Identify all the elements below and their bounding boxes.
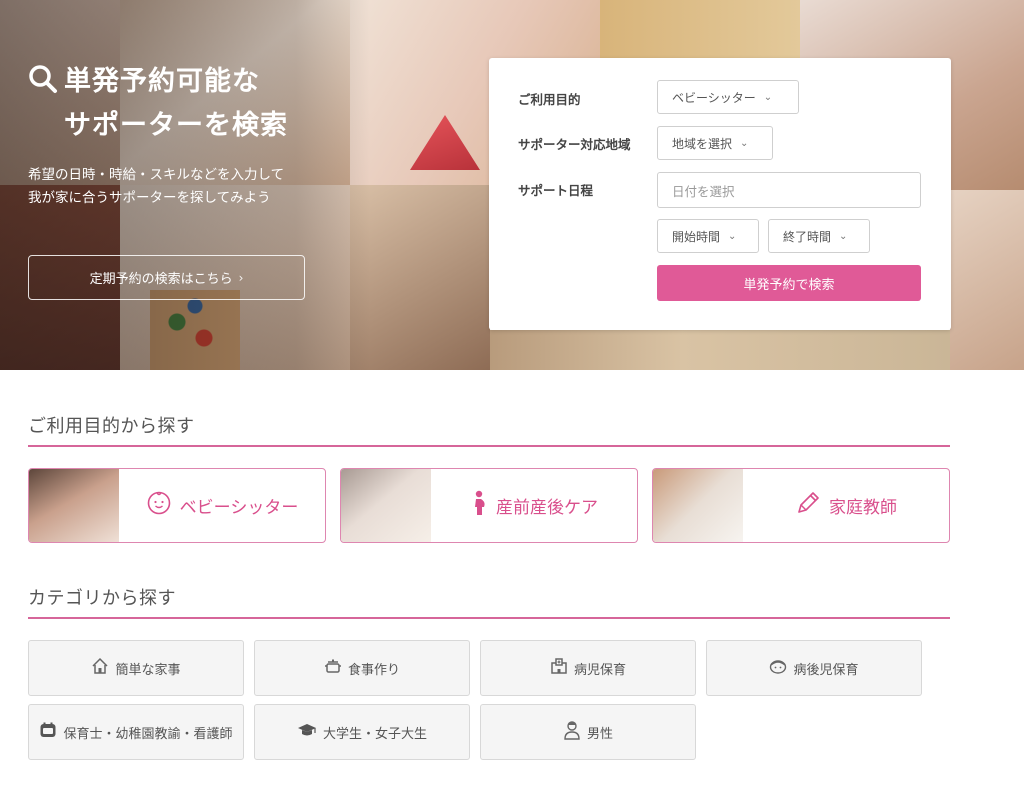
hero-banner: 単発予約可能な サポーターを検索 希望の日時・時給・スキルなどを入力して我が家に… xyxy=(0,0,1024,370)
section-divider xyxy=(28,617,950,619)
purpose-card-tutor[interactable]: 家庭教師 xyxy=(652,468,950,543)
baby-face-icon xyxy=(146,490,172,521)
start-time-select[interactable]: 開始時間 ⌄ xyxy=(657,219,759,253)
hero-description: 希望の日時・時給・スキルなどを入力して我が家に合うサポーターを探してみよう xyxy=(28,167,285,206)
baby-icon xyxy=(769,657,787,679)
category-label: 病児保育 xyxy=(573,662,626,678)
single-booking-search-button[interactable]: 単発予約で検索 xyxy=(657,265,921,301)
pencil-icon xyxy=(795,490,821,521)
section-divider xyxy=(28,445,950,447)
category-university-student[interactable]: 大学生・女子大生 xyxy=(254,704,470,760)
pregnant-icon xyxy=(470,490,488,521)
schedule-label: サポート日程 xyxy=(518,183,594,198)
regular-booking-search-link[interactable]: 定期予約の検索はこちら › xyxy=(28,255,305,300)
category-label: 病後児保育 xyxy=(793,662,859,678)
purpose-card-label: 家庭教師 xyxy=(829,498,897,518)
purpose-card-babysitter[interactable]: ベビーシッター xyxy=(28,468,326,543)
purpose-select-value: ベビーシッター xyxy=(672,90,756,105)
man-icon xyxy=(563,720,581,744)
area-select-value: 地域を選択 xyxy=(672,136,733,151)
search-icon xyxy=(28,64,58,106)
search-form-card: ご利用目的 ベビーシッター ⌄ サポーター対応地域 地域を選択 ⌄ サポート日程… xyxy=(489,58,951,330)
babysitter-photo xyxy=(29,469,119,542)
chevron-right-icon: › xyxy=(238,270,244,285)
purpose-select[interactable]: ベビーシッター ⌄ xyxy=(657,80,799,114)
category-section-title: カテゴリから探す xyxy=(28,588,176,609)
category-label: 保育士・幼稚園教諭・看護師 xyxy=(63,726,233,742)
graduation-cap-icon xyxy=(297,721,317,743)
hospital-icon xyxy=(550,657,568,679)
end-time-value: 終了時間 xyxy=(783,229,832,244)
chevron-down-icon: ⌄ xyxy=(728,230,737,242)
purpose-card-label: 産前産後ケア xyxy=(496,498,598,518)
regular-booking-link-label: 定期予約の検索はこちら xyxy=(89,272,233,287)
date-input[interactable]: 日付を選択 xyxy=(657,172,921,208)
category-male[interactable]: 男性 xyxy=(480,704,696,760)
tutor-photo xyxy=(653,469,743,542)
area-select[interactable]: 地域を選択 ⌄ xyxy=(657,126,773,160)
purpose-label: ご利用目的 xyxy=(518,92,581,107)
area-label: サポーター対応地域 xyxy=(518,137,631,152)
hero-title-line1: 単発予約可能な xyxy=(64,66,260,97)
house-icon xyxy=(91,657,109,679)
category-post-illness-care[interactable]: 病後児保育 xyxy=(706,640,922,696)
category-sick-child-care[interactable]: 病児保育 xyxy=(480,640,696,696)
end-time-select[interactable]: 終了時間 ⌄ xyxy=(768,219,870,253)
category-meal-preparation[interactable]: 食事作り xyxy=(254,640,470,696)
category-easy-housework[interactable]: 簡単な家事 xyxy=(28,640,244,696)
purpose-section-title: ご利用目的から探す xyxy=(28,416,195,437)
category-label: 大学生・女子大生 xyxy=(322,726,427,742)
pot-icon xyxy=(324,657,342,679)
chevron-down-icon: ⌄ xyxy=(839,230,848,242)
purpose-card-postpartum-care[interactable]: 産前産後ケア xyxy=(340,468,638,543)
chevron-down-icon: ⌄ xyxy=(740,137,749,149)
postpartum-care-photo xyxy=(341,469,431,542)
hero-title-line2: サポーターを検索 xyxy=(64,110,288,141)
category-label: 男性 xyxy=(586,726,613,742)
category-nursery-teacher-nurse[interactable]: 保育士・幼稚園教諭・看護師 xyxy=(28,704,244,760)
category-label: 食事作り xyxy=(347,662,400,678)
calendar-badge-icon xyxy=(39,721,57,743)
purpose-card-label: ベビーシッター xyxy=(179,498,299,518)
chevron-down-icon: ⌄ xyxy=(763,91,773,103)
start-time-value: 開始時間 xyxy=(672,229,721,244)
category-label: 簡単な家事 xyxy=(115,662,181,678)
hero-title: 単発予約可能な サポーターを検索 xyxy=(28,62,288,146)
